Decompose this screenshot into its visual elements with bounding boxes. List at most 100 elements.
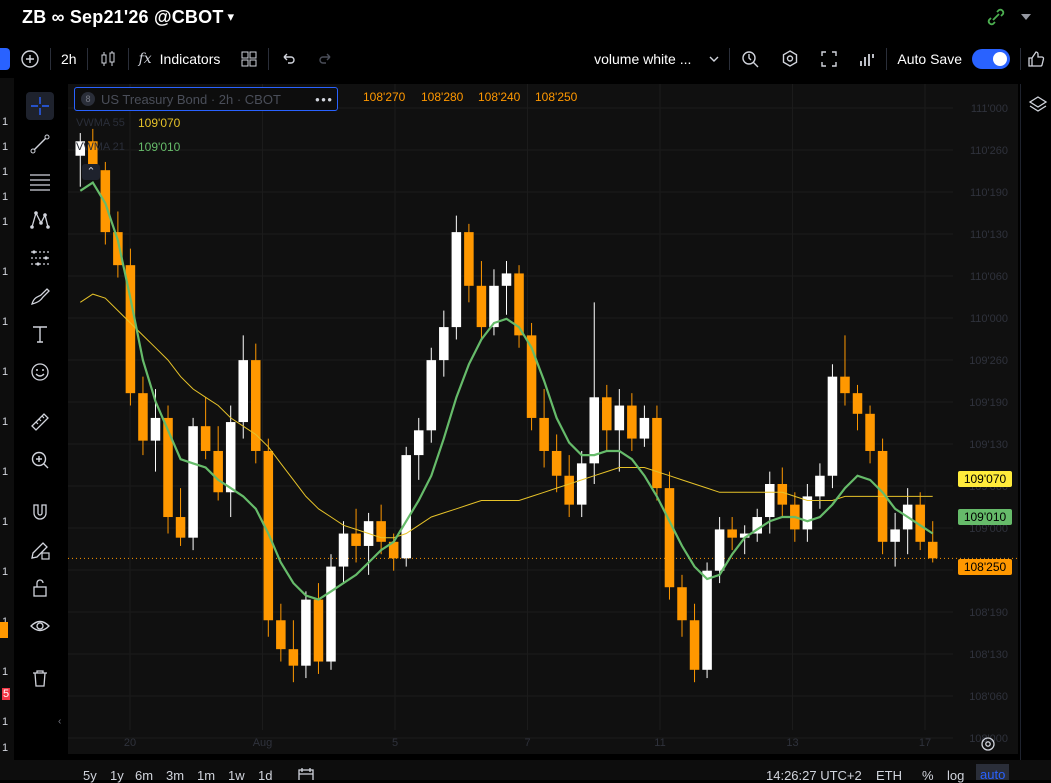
range-1m-button[interactable]: 1m xyxy=(197,768,215,783)
add-symbol-button[interactable] xyxy=(10,40,50,78)
auto-save-control[interactable]: Auto Save xyxy=(887,40,1020,78)
drawing-toolbar: ‹ xyxy=(22,88,61,727)
zoom-tool[interactable] xyxy=(26,446,54,474)
fullscreen-icon xyxy=(821,51,838,67)
candle-body xyxy=(476,285,487,328)
crosshair-tool[interactable] xyxy=(26,92,54,120)
layers-icon[interactable] xyxy=(1028,94,1048,114)
symbol-legend[interactable]: 8 US Treasury Bond · 2h · CBOT • • • xyxy=(74,87,338,111)
strip-price-marker xyxy=(0,622,8,638)
settings-button[interactable] xyxy=(770,40,810,78)
indicator-2-name[interactable]: VWMA 21 xyxy=(76,141,125,153)
chart-pane[interactable]: 111'000 110'260 110'190 110'130 110'060 110'0… xyxy=(68,84,1018,754)
measure-tool[interactable] xyxy=(26,408,54,436)
unlock-icon xyxy=(33,579,47,597)
candle-body xyxy=(702,570,712,670)
percent-scale-button[interactable]: % xyxy=(922,768,934,783)
candle-body xyxy=(852,393,863,414)
pattern-tool[interactable] xyxy=(26,206,54,234)
ruler-lines-icon xyxy=(31,250,49,266)
strip-number: 1 xyxy=(2,316,9,328)
calendar-icon[interactable] xyxy=(297,767,315,780)
chart-type-button[interactable] xyxy=(88,40,128,78)
candle-body xyxy=(326,566,336,662)
link-icon[interactable] xyxy=(985,6,1007,28)
smiley-icon xyxy=(31,363,49,381)
hide-drawings-tool[interactable] xyxy=(26,612,54,640)
magnet-icon xyxy=(33,504,47,520)
candle-body xyxy=(727,529,737,538)
candle-body xyxy=(200,426,211,451)
symbol-title[interactable]: ZB ∞ Sep21'26 @CBOT xyxy=(22,7,224,28)
candle-body xyxy=(464,232,474,286)
emoji-tool[interactable] xyxy=(26,358,54,386)
time-tick-label: 5 xyxy=(392,737,398,749)
candle-body xyxy=(175,517,186,538)
undo-icon xyxy=(283,53,295,64)
range-6m-button[interactable]: 6m xyxy=(135,768,153,783)
remove-drawings-tool[interactable] xyxy=(26,664,54,692)
candle-body xyxy=(401,455,411,559)
range-3m-button[interactable]: 3m xyxy=(166,768,184,783)
more-icon[interactable]: • • • xyxy=(315,92,332,107)
gear-icon xyxy=(783,50,798,67)
snapshot-button[interactable] xyxy=(848,40,886,78)
chevron-down-icon[interactable] xyxy=(1019,10,1033,24)
indicator-1-name[interactable]: VWMA 55 xyxy=(76,117,125,129)
text-tool[interactable] xyxy=(26,320,54,348)
log-scale-button[interactable]: log xyxy=(947,768,964,783)
grid-icon xyxy=(241,51,257,67)
auto-save-label: Auto Save xyxy=(897,51,962,67)
indicators-label: Indicators xyxy=(159,51,221,67)
feedback-button[interactable] xyxy=(1021,40,1051,78)
crosshair-icon xyxy=(31,97,49,115)
price-chart[interactable]: 111'000 110'260 110'190 110'130 110'060 110'0… xyxy=(68,84,1018,754)
candle-body xyxy=(539,417,549,451)
candle-body xyxy=(376,521,386,542)
stay-drawing-tool[interactable] xyxy=(26,536,54,564)
price-tick-label: 108'190 xyxy=(969,607,1008,619)
range-1y-button[interactable]: 1y xyxy=(110,768,124,783)
zoom-in-icon xyxy=(31,451,49,469)
collapse-legend-icon[interactable]: ⌃ xyxy=(82,164,100,180)
undo-button[interactable] xyxy=(269,40,307,78)
collapse-sidebar-icon[interactable]: ‹ xyxy=(58,716,61,727)
fib-tool[interactable] xyxy=(26,168,54,196)
price-tick-label: 108'130 xyxy=(969,649,1008,661)
range-5y-button[interactable]: 5y xyxy=(83,768,97,783)
fullscreen-button[interactable] xyxy=(810,40,848,78)
brush-tool[interactable] xyxy=(26,282,54,310)
sidebar-toggle-tab[interactable] xyxy=(0,48,10,70)
layout-name-button[interactable]: volume white ... xyxy=(584,40,729,78)
candle-body xyxy=(188,426,198,538)
trend-line-tool[interactable] xyxy=(26,130,54,158)
vwma55-price-label: 109'070 xyxy=(958,471,1012,487)
session-button[interactable]: ETH xyxy=(876,768,902,783)
indicator-1-value: 109'070 xyxy=(138,116,181,130)
range-1w-button[interactable]: 1w xyxy=(228,768,245,783)
redo-button[interactable] xyxy=(307,40,345,78)
auto-save-toggle[interactable] xyxy=(972,49,1010,69)
range-1d-button[interactable]: 1d xyxy=(258,768,272,783)
strip-number: 1 xyxy=(2,216,9,228)
lock-drawings-tool[interactable] xyxy=(26,574,54,602)
alert-button[interactable] xyxy=(730,40,770,78)
indicators-button[interactable]: fx Indicators xyxy=(129,40,231,78)
pencil-lock-icon xyxy=(31,542,50,560)
top-toolbar: 2h fx Indicators volume white ... Auto S… xyxy=(0,40,1051,78)
prediction-tool[interactable] xyxy=(26,244,54,272)
auto-scale-button[interactable]: auto xyxy=(976,764,1010,782)
brush-icon xyxy=(31,288,50,305)
ohlc-open: 108'270 xyxy=(363,90,406,104)
bar-chart-icon xyxy=(860,54,875,66)
magnet-tool[interactable] xyxy=(26,498,54,526)
candle-body xyxy=(451,232,462,328)
templates-button[interactable] xyxy=(230,40,268,78)
candle-body xyxy=(138,393,148,441)
strip-number: 1 xyxy=(2,116,9,128)
symbol-caret-icon[interactable]: ▾ xyxy=(228,9,235,25)
strip-number: 1 xyxy=(2,516,9,528)
interval-button[interactable]: 2h xyxy=(51,40,87,78)
strip-number: 1 xyxy=(2,416,9,428)
chart-settings-gear-icon[interactable] xyxy=(979,735,997,753)
